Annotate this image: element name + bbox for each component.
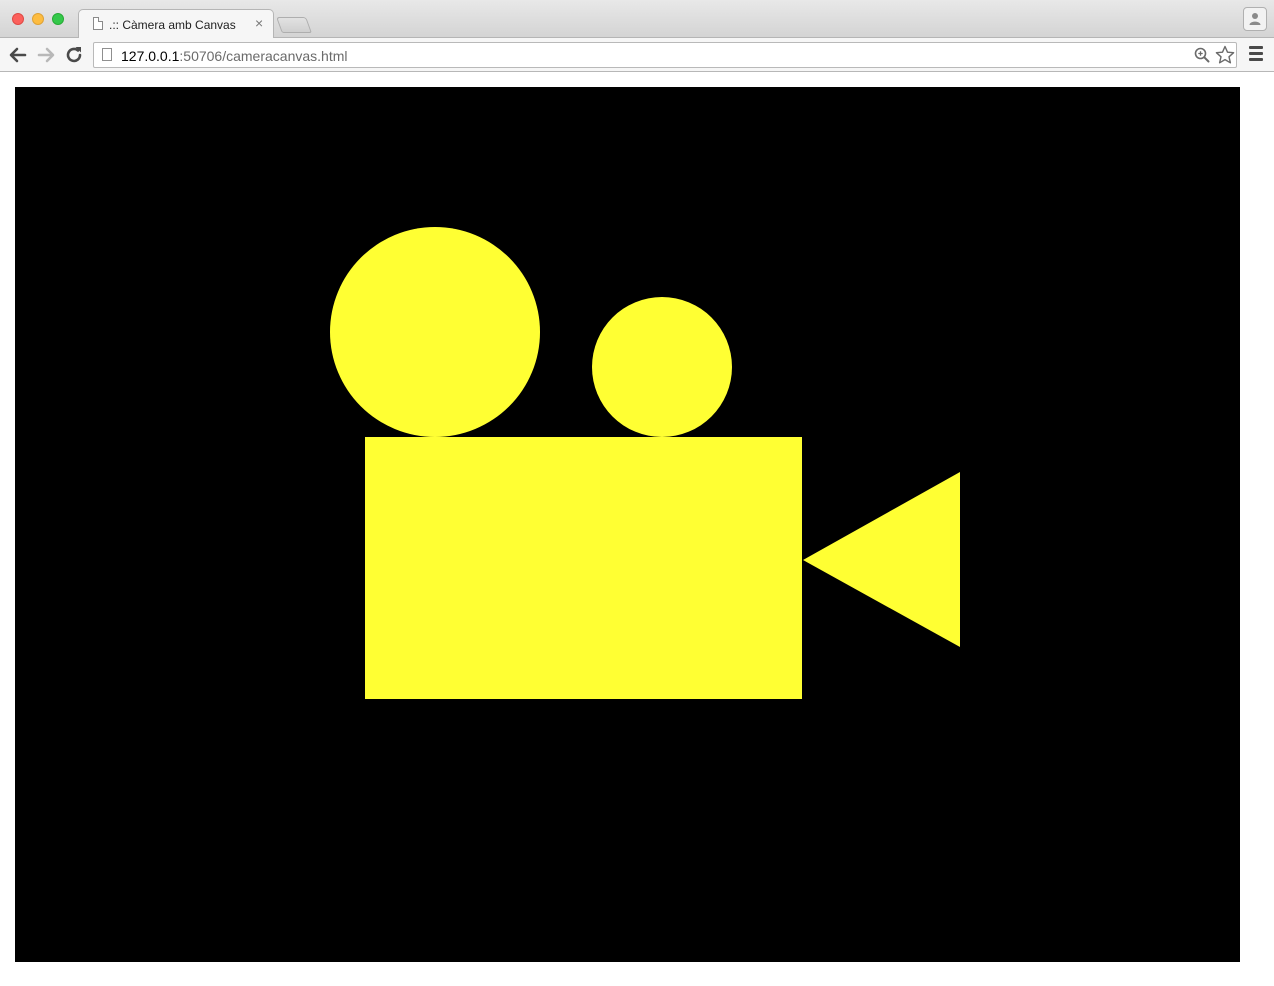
- minimize-window-button[interactable]: [32, 13, 44, 25]
- browser-window: .:: Càmera amb Canvas × 127.0.0.1:50706/…: [0, 0, 1274, 986]
- address-bar[interactable]: 127.0.0.1:50706/cameracanvas.html: [93, 42, 1237, 68]
- back-arrow-icon: [9, 47, 27, 63]
- new-tab-icon[interactable]: [276, 17, 312, 33]
- forward-button[interactable]: [35, 44, 57, 66]
- reel-small: [592, 297, 732, 437]
- page-icon: [93, 17, 103, 30]
- zoom-icon[interactable]: [1194, 47, 1210, 68]
- star-icon[interactable]: [1215, 45, 1235, 70]
- url-path: :50706/cameracanvas.html: [179, 48, 348, 64]
- tab-close-icon[interactable]: ×: [255, 16, 263, 30]
- camera-canvas: [15, 87, 1240, 962]
- canvas-drawing: [15, 87, 1240, 962]
- url-text[interactable]: 127.0.0.1:50706/cameracanvas.html: [121, 48, 347, 64]
- hamburger-menu-icon[interactable]: [1249, 46, 1263, 62]
- camera-body: [365, 437, 802, 699]
- reload-icon: [66, 47, 82, 63]
- reel-large: [330, 227, 540, 437]
- back-button[interactable]: [7, 44, 29, 66]
- tab-active[interactable]: .:: Càmera amb Canvas ×: [78, 9, 274, 39]
- tab-title: .:: Càmera amb Canvas: [109, 18, 236, 32]
- forward-arrow-icon: [37, 47, 55, 63]
- reload-button[interactable]: [63, 44, 85, 66]
- profile-button[interactable]: [1243, 7, 1267, 31]
- page-icon: [102, 48, 112, 61]
- close-window-button[interactable]: [12, 13, 24, 25]
- person-icon: [1249, 13, 1261, 25]
- url-host: 127.0.0.1: [121, 48, 180, 64]
- tab-strip: .:: Càmera amb Canvas ×: [0, 0, 1274, 39]
- maximize-window-button[interactable]: [52, 13, 64, 25]
- toolbar: 127.0.0.1:50706/cameracanvas.html: [0, 38, 1274, 72]
- page-viewport: [0, 72, 1274, 986]
